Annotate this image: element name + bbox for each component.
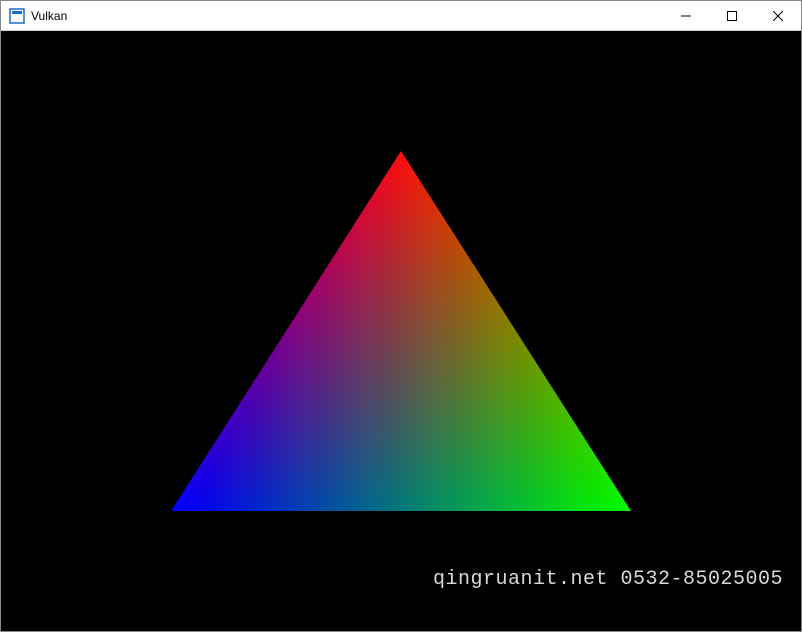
- close-button[interactable]: [755, 1, 801, 30]
- titlebar-left: Vulkan: [1, 8, 663, 24]
- app-icon: [9, 8, 25, 24]
- maximize-button[interactable]: [709, 1, 755, 30]
- render-viewport: qingruanit.net 0532-85025005: [1, 31, 801, 631]
- close-icon: [773, 11, 783, 21]
- minimize-button[interactable]: [663, 1, 709, 30]
- maximize-icon: [727, 11, 737, 21]
- minimize-icon: [681, 11, 691, 21]
- window-controls: [663, 1, 801, 30]
- rgb-triangle: [171, 151, 631, 511]
- watermark-text: qingruanit.net 0532-85025005: [433, 568, 783, 591]
- window-titlebar: Vulkan: [1, 1, 801, 31]
- window-title: Vulkan: [31, 9, 67, 23]
- rendered-scene: [1, 31, 801, 631]
